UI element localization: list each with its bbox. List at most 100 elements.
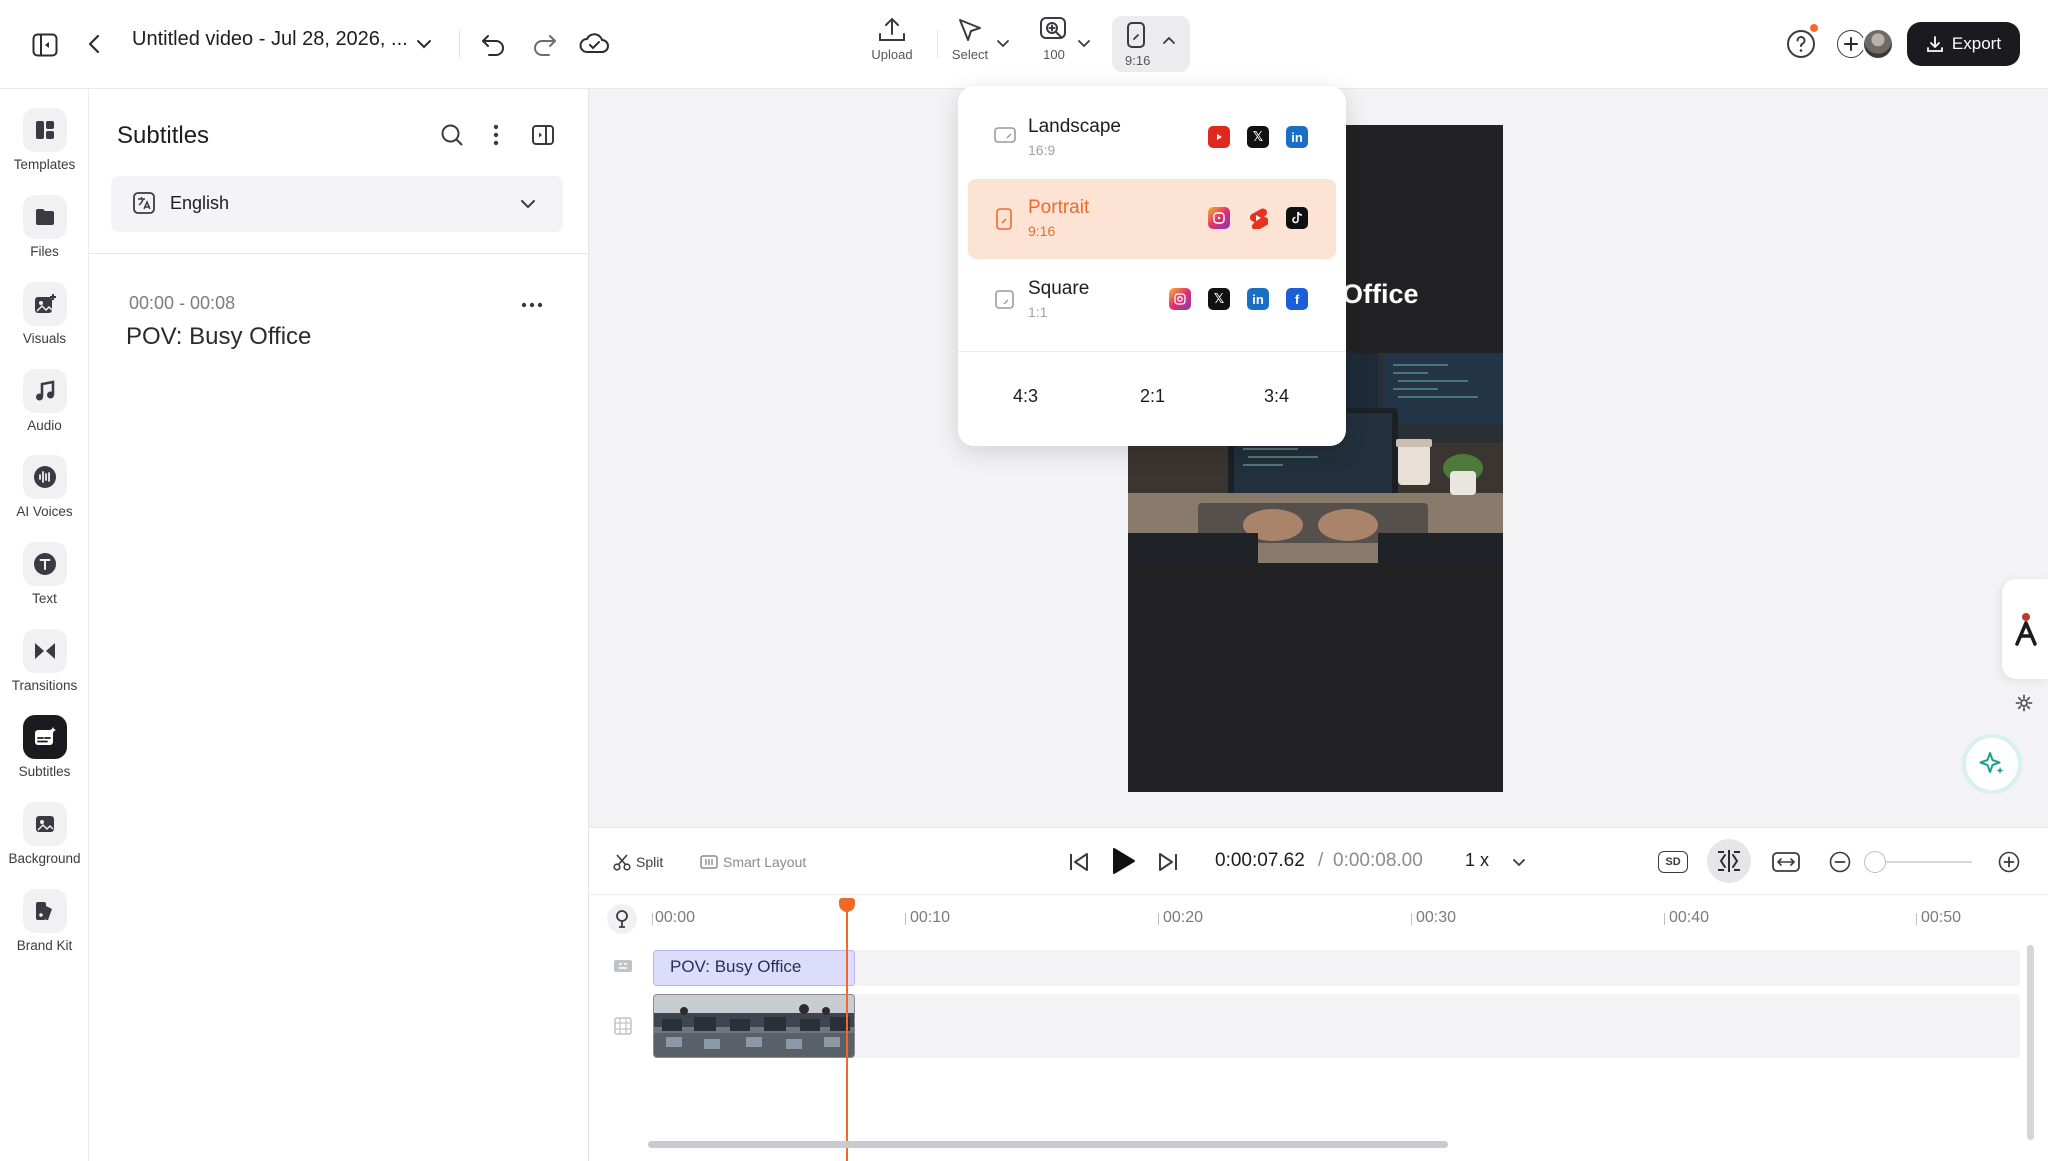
tick-label: 00:00 [655,909,696,926]
linkedin-icon: in [1247,288,1269,310]
sidebar-item-files[interactable]: Files [0,195,89,259]
square-icon [995,290,1014,309]
zoom-button[interactable]: 100 [1034,16,1074,62]
fit-timeline-icon[interactable] [1771,850,1801,874]
divider [459,30,460,58]
instagram-reels-icon [1208,207,1230,229]
title-chevron-down-icon[interactable] [414,34,434,54]
cursor-icon [959,19,981,41]
ratio-name: Landscape [1028,116,1121,137]
templates-icon [22,108,67,152]
speed-chevron-down-icon[interactable] [1510,853,1528,871]
ratio-option-2-1[interactable]: 2:1 [1140,386,1165,407]
skip-back-icon[interactable] [1065,848,1093,876]
ratio-option-3-4[interactable]: 3:4 [1264,386,1289,407]
more-vertical-icon[interactable] [486,122,506,148]
avatar[interactable] [1862,28,1894,60]
upload-button[interactable]: Upload [866,16,918,62]
ratio-option-4-3[interactable]: 4:3 [1013,386,1038,407]
tiktok-icon [1286,207,1308,229]
vertical-scrollbar[interactable] [2027,945,2034,1140]
total-time: 0:00:08.00 [1333,850,1423,871]
tick-mark [905,913,906,925]
translate-icon [131,190,157,216]
chevron-down-icon[interactable] [519,195,537,213]
cloud-saved-icon[interactable] [578,29,610,57]
collapse-panel-icon[interactable] [530,122,556,148]
facebook-icon: f [1286,288,1308,310]
ratio-option-portrait[interactable]: Portrait 9:16 [968,179,1336,259]
ai-assistant-button[interactable] [1962,734,2022,794]
undo-icon[interactable] [478,30,508,58]
smart-layout-icon[interactable] [699,852,719,872]
skip-forward-icon[interactable] [1154,848,1182,876]
subtitle-text[interactable]: POV: Busy Office [126,323,311,351]
split-button[interactable]: Split [636,854,663,870]
music-note-icon [22,369,67,413]
quality-sd-badge[interactable]: SD [1658,851,1688,873]
ratio-option-landscape[interactable]: Landscape 16:9 𝕏 in [968,98,1336,178]
sidebar-item-label: Visuals [22,331,67,346]
invite-plus-icon[interactable] [1837,30,1865,58]
tick-mark [1158,913,1159,925]
sidebar-item-brand-kit[interactable]: Brand Kit [0,889,89,953]
playhead[interactable] [846,898,848,1161]
upload-label: Upload [871,47,913,62]
side-panel-handle[interactable] [2002,579,2048,679]
export-button[interactable]: Export [1907,22,2020,66]
x-icon: 𝕏 [1247,126,1269,148]
zoom-chevron-down-icon[interactable] [1076,36,1092,50]
panel-title: Subtitles [117,122,210,149]
export-label: Export [1951,34,2002,53]
toggle-sidebar-icon[interactable] [30,31,60,59]
more-horizontal-icon[interactable] [519,296,545,314]
download-icon [1927,36,1943,52]
aspect-ratio-button[interactable]: 9:16 [1112,16,1190,72]
zoom-in-icon[interactable] [1997,850,2021,874]
image-plus-icon [22,282,67,326]
sidebar-item-label: Files [30,244,59,259]
sidebar-item-label: Subtitles [18,764,71,779]
sidebar-item-label: Templates [13,157,76,172]
sidebar-item-label: Transitions [11,678,78,693]
sidebar-item-text[interactable]: Text [0,542,89,606]
sidebar-item-label: Brand Kit [16,938,73,953]
redo-icon[interactable] [530,30,560,58]
scissors-icon[interactable] [612,852,632,872]
sidebar-item-audio[interactable]: Audio [0,369,89,433]
zoom-out-icon[interactable] [1828,850,1852,874]
tick-mark [1916,913,1917,925]
snap-button[interactable] [1707,839,1751,883]
video-title[interactable]: Untitled video - Jul 28, 2026, ... [132,28,408,51]
ratio-value: 1:1 [1028,304,1048,320]
zoom-slider-handle[interactable] [1864,851,1886,873]
brand-kit-icon [22,889,67,933]
sidebar-item-ai-voices[interactable]: AI Voices [0,455,89,519]
overlay-text[interactable]: Office [1342,279,1419,310]
zoom-slider-track[interactable] [1873,861,1972,863]
sidebar-item-templates[interactable]: Templates [0,108,89,172]
smart-layout-button[interactable]: Smart Layout [723,854,806,870]
search-icon[interactable] [439,122,465,148]
bowtie-icon [22,629,67,673]
sidebar-item-subtitles[interactable]: Subtitles [0,715,89,779]
tick-mark [1664,913,1665,925]
magnet-snap-icon[interactable] [607,904,637,934]
help-icon[interactable] [1786,29,1816,59]
sidebar-item-visuals[interactable]: Visuals [0,282,89,346]
playback-speed[interactable]: 1 x [1465,850,1489,871]
sidebar-item-label: Text [32,591,57,606]
sidebar-item-background[interactable]: Background [0,802,89,866]
back-icon[interactable] [82,31,106,57]
select-button[interactable]: Select [948,16,992,62]
gear-icon[interactable] [2013,692,2035,714]
upload-icon [879,18,905,41]
horizontal-scrollbar[interactable] [648,1141,1448,1148]
instagram-icon [1169,288,1191,310]
subtitle-track [653,950,2020,986]
video-clip[interactable] [653,994,855,1058]
ratio-option-square[interactable]: Square 1:1 𝕏 in f [968,260,1336,340]
sidebar-item-transitions[interactable]: Transitions [0,629,89,693]
select-chevron-down-icon[interactable] [995,36,1011,50]
play-icon[interactable] [1108,845,1138,877]
